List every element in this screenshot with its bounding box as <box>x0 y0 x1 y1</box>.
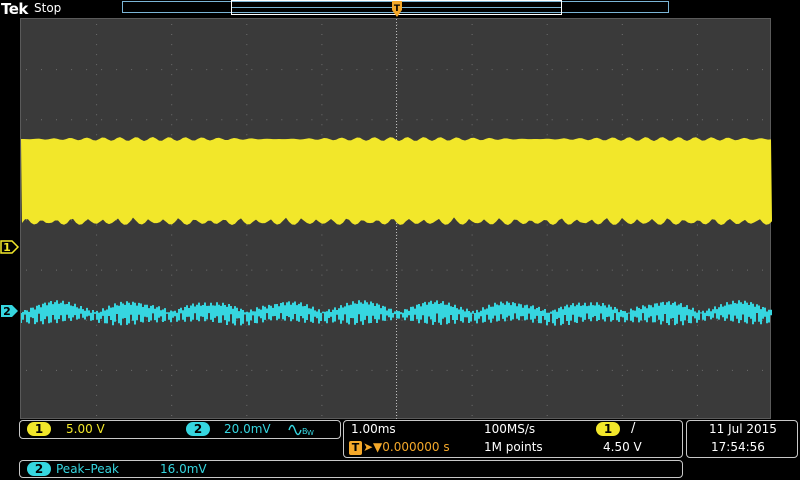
timebase-trigger-panel[interactable]: 1.00ms 100MS/s 1 / T ➤▼0.000000 s 1M poi… <box>343 420 683 458</box>
bandwidth-limit-icon: B W <box>288 424 314 436</box>
measurement-name: Peak–Peak <box>56 462 119 476</box>
graticule-svg <box>21 19 772 420</box>
ch1-badge[interactable]: 1 <box>27 422 51 436</box>
trigger-slope-icon: / <box>631 421 636 436</box>
measurement-panel[interactable]: 2 Peak–Peak 16.0mV <box>19 460 683 478</box>
top-status-bar: Tek Stop T <box>0 0 800 18</box>
record-length: 1M points <box>484 440 543 454</box>
time: 17:54:56 <box>711 440 765 454</box>
date: 11 Jul 2015 <box>709 422 777 436</box>
trigger-level: 4.50 V <box>603 440 642 454</box>
sample-rate: 100MS/s <box>484 422 536 436</box>
ch2-scale: 20.0mV <box>224 422 271 436</box>
datetime-panel: 11 Jul 2015 17:54:56 <box>686 420 798 458</box>
trigger-delay-icon: T <box>349 441 362 455</box>
ch1-ground-marker-icon[interactable]: 1 <box>0 240 20 254</box>
ch2-badge[interactable]: 2 <box>186 422 210 436</box>
horizontal-scale: 1.00ms <box>351 422 396 436</box>
svg-text:2: 2 <box>3 305 11 318</box>
horizontal-delay: ➤▼0.000000 s <box>363 440 450 454</box>
channel-scale-panel[interactable]: 1 5.00 V 2 20.0mV B W <box>19 420 341 439</box>
brand-logo: Tek <box>1 0 28 18</box>
acquisition-state[interactable]: Stop <box>34 1 61 15</box>
svg-text:T: T <box>394 4 401 14</box>
measurement-source-badge: 2 <box>27 462 51 476</box>
svg-text:1: 1 <box>3 241 11 254</box>
svg-text:W: W <box>307 429 314 436</box>
waveform-graticule[interactable] <box>20 18 772 420</box>
trigger-source-badge[interactable]: 1 <box>596 422 620 436</box>
trigger-position-arrow-icon: T <box>392 1 402 17</box>
ch1-waveform <box>21 137 772 225</box>
ch2-ground-marker-icon[interactable]: 2 <box>0 304 20 318</box>
measurement-value: 16.0mV <box>160 462 207 476</box>
ch1-scale: 5.00 V <box>66 422 105 436</box>
